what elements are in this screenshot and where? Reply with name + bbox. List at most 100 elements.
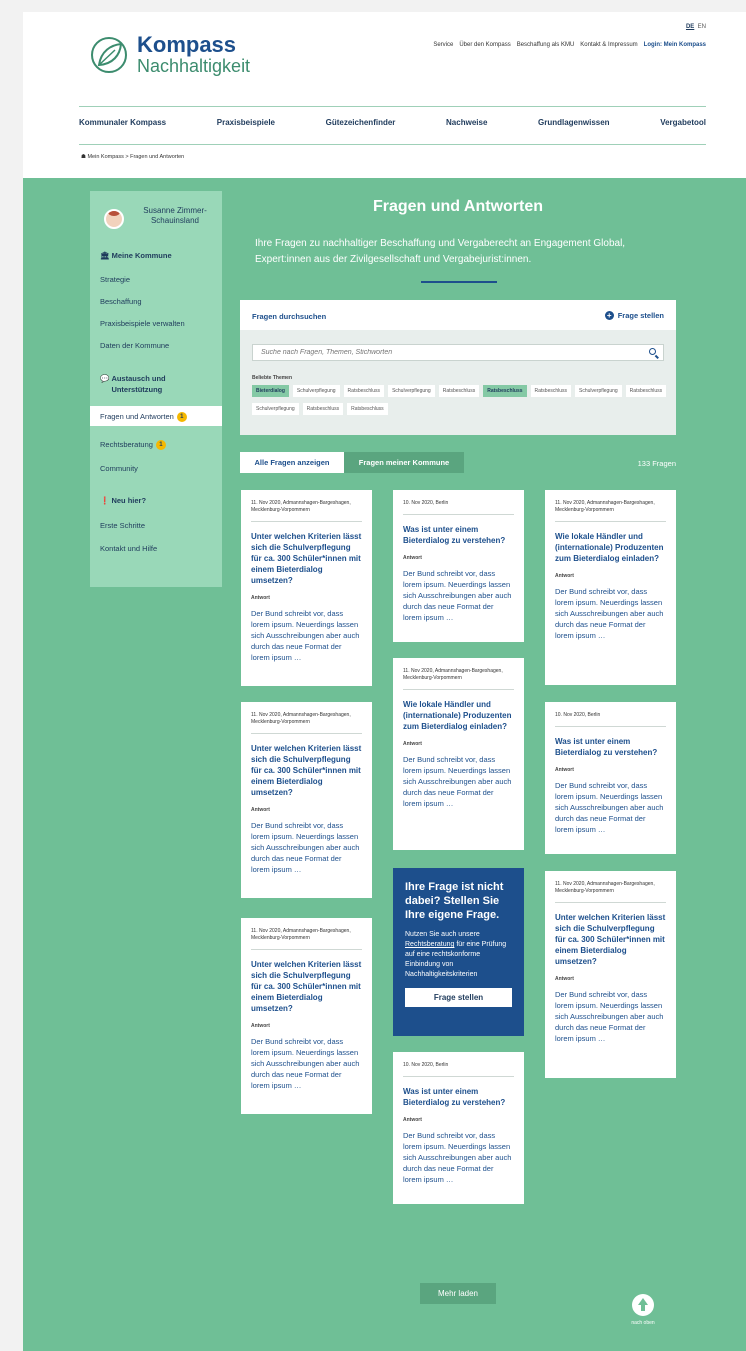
ask-question-label: Frage stellen (617, 311, 664, 320)
card-question[interactable]: Unter welchen Kriterien lässt sich die S… (251, 531, 362, 586)
tag[interactable]: Schulverpflegung (292, 385, 340, 397)
card-answer: Der Bund schreibt vor, dass lorem ipsum.… (251, 1037, 360, 1090)
section-meine-kommune: 🏛 Meine Kommune (100, 251, 172, 260)
cta-body: Nutzen Sie auch unsere Rechtsberatung fü… (405, 930, 512, 980)
question-card[interactable]: 10. Nov 2020, Berlin Was ist unter einem… (393, 1052, 524, 1204)
sidebar-item-daten[interactable]: Daten der Kommune (100, 341, 169, 350)
section-label: Meine Kommune (111, 251, 172, 260)
nav-vergabetool[interactable]: Vergabetool (660, 118, 706, 127)
card-meta: 10. Nov 2020, Berlin (403, 1062, 514, 1077)
back-to-top-button[interactable]: nach oben (629, 1294, 657, 1326)
user-name[interactable]: Susanne Zimmer-Schauinsland (133, 206, 217, 226)
tag[interactable]: Schulverpflegung (575, 385, 622, 397)
section-neu-hier: ❗ Neu hier? (100, 496, 146, 505)
card-answer: Der Bund schreibt vor, dass lorem ipsum.… (403, 755, 512, 808)
contact-link[interactable]: Kontakt & Impressum (580, 42, 637, 48)
back-to-top-label: nach oben (631, 1320, 655, 1326)
info-icon: ❗ (100, 496, 110, 505)
ask-question-link[interactable]: + Frage stellen (604, 311, 664, 320)
sidebar-item-fragen[interactable]: Fragen und Antworten 1 (100, 412, 187, 423)
page-intro: Ihre Fragen zu nachhaltiger Beschaffung … (255, 238, 626, 265)
tab-my-municipality[interactable]: Fragen meiner Kommune (344, 452, 464, 473)
question-card[interactable]: 11. Nov 2020, Admannshagen-Bargeshagen, … (241, 490, 372, 686)
nav-grundlagenwissen[interactable]: Grundlagenwissen (538, 118, 610, 127)
sidebar-item-community[interactable]: Community (100, 464, 138, 473)
card-answer-label: Antwort (555, 573, 574, 579)
tag[interactable]: Ratsbeschluss (530, 385, 572, 397)
section-austausch: 💬 Austausch und Unterstützung (100, 373, 201, 395)
tag[interactable]: Bieterdialog (252, 385, 289, 397)
card-meta: 11. Nov 2020, Admannshagen-Bargeshagen, … (555, 500, 666, 522)
card-question[interactable]: Unter welchen Kriterien lässt sich die S… (251, 959, 362, 1014)
home-icon[interactable]: ☗ (81, 154, 86, 160)
question-count: 133 Fragen (637, 459, 676, 468)
question-card[interactable]: 11. Nov 2020, Admannshagen-Bargeshagen, … (545, 871, 676, 1078)
card-answer: Der Bund schreibt vor, dass lorem ipsum.… (251, 609, 360, 662)
sidebar-item-erste-schritte[interactable]: Erste Schritte (100, 521, 145, 530)
logo-title: Kompass (137, 32, 237, 57)
nav-kommunaler-kompass[interactable]: Kommunaler Kompass (79, 118, 166, 127)
sidebar-item-label: Fragen und Antworten (100, 412, 174, 421)
question-card[interactable]: 11. Nov 2020, Admannshagen-Bargeshagen, … (545, 490, 676, 685)
search-input[interactable] (252, 344, 664, 361)
tag[interactable]: Ratsbeschluss (302, 403, 344, 415)
lang-de[interactable]: DE (686, 24, 694, 30)
card-question[interactable]: Wie lokale Händler und (internationale) … (403, 699, 514, 732)
card-answer-label: Antwort (251, 1023, 270, 1029)
ask-question-button[interactable]: Frage stellen (405, 988, 512, 1007)
sidebar-item-kontakt[interactable]: Kontakt und Hilfe (100, 544, 157, 553)
card-question[interactable]: Was ist unter einem Bieterdialog zu vers… (403, 524, 514, 546)
card-meta: 11. Nov 2020, Admannshagen-Bargeshagen, … (251, 500, 362, 522)
arrow-up-icon (632, 1294, 654, 1316)
search-icon[interactable] (649, 348, 656, 355)
nav-nachweise[interactable]: Nachweise (446, 118, 487, 127)
question-card[interactable]: 11. Nov 2020, Admannshagen-Bargeshagen, … (393, 658, 524, 850)
section-label: Austausch und Unterstützung (111, 374, 166, 394)
sidebar-item-strategie[interactable]: Strategie (100, 275, 130, 284)
question-card[interactable]: 10. Nov 2020, Berlin Was ist unter einem… (545, 702, 676, 854)
tag[interactable]: Ratsbeschluss (347, 403, 388, 415)
page-title: Fragen und Antworten (372, 198, 544, 215)
card-meta: 11. Nov 2020, Admannshagen-Bargeshagen, … (555, 881, 666, 903)
nav-guetezeichenfinder[interactable]: Gütezeichenfinder (326, 118, 396, 127)
card-meta: 11. Nov 2020, Admannshagen-Bargeshagen, … (251, 928, 362, 950)
logo-subtitle: Nachhaltigkeit (137, 56, 251, 76)
about-link[interactable]: Über den Kompass (459, 42, 510, 48)
card-question[interactable]: Unter welchen Kriterien lässt sich die S… (251, 743, 362, 798)
avatar[interactable] (104, 209, 124, 229)
card-answer-label: Antwort (251, 807, 270, 813)
leaf-logo-icon (91, 37, 127, 73)
tag[interactable]: Schulverpflegung (388, 385, 435, 397)
tag[interactable]: Ratsbeschluss (483, 385, 527, 397)
cta-heading: Ihre Frage ist nicht dabei? Stellen Sie … (405, 881, 504, 921)
tag[interactable]: Ratsbeschluss (343, 385, 385, 397)
login-link[interactable]: Login: Mein Kompass (644, 42, 706, 48)
service-link[interactable]: Service (433, 42, 453, 48)
card-question[interactable]: Wie lokale Händler und (internationale) … (555, 531, 666, 564)
kmu-link[interactable]: Beschaffung als KMU (517, 42, 575, 48)
card-meta: 11. Nov 2020, Admannshagen-Bargeshagen, … (251, 712, 362, 734)
nav-praxisbeispiele[interactable]: Praxisbeispiele (217, 118, 275, 127)
tag[interactable]: Ratsbeschluss (438, 385, 480, 397)
question-card[interactable]: 11. Nov 2020, Admannshagen-Bargeshagen, … (241, 702, 372, 898)
tag[interactable]: Schulverpflegung (252, 403, 299, 415)
card-question[interactable]: Was ist unter einem Bieterdialog zu vers… (555, 736, 666, 758)
building-icon: 🏛 (100, 251, 110, 260)
card-question[interactable]: Was ist unter einem Bieterdialog zu vers… (403, 1086, 514, 1108)
sidebar-item-rechtsberatung[interactable]: Rechtsberatung 1 (100, 440, 166, 451)
lang-en[interactable]: EN (698, 24, 706, 30)
card-answer: Der Bund schreibt vor, dass lorem ipsum.… (555, 587, 664, 640)
sidebar-item-beschaffung[interactable]: Beschaffung (100, 297, 142, 306)
sidebar-item-praxisbeispiele[interactable]: Praxisbeispiele verwalten (100, 319, 185, 328)
card-question[interactable]: Unter welchen Kriterien lässt sich die S… (555, 912, 666, 967)
tag[interactable]: Ratsbeschluss (625, 385, 667, 397)
rechtsberatung-link[interactable]: Rechtsberatung (405, 941, 454, 948)
tab-all-questions[interactable]: Alle Fragen anzeigen (240, 452, 344, 473)
breadcrumb-text[interactable]: Mein Kompass > Fragen und Antworten (87, 154, 184, 160)
question-card[interactable]: 11. Nov 2020, Admannshagen-Bargeshagen, … (241, 918, 372, 1114)
logo[interactable]: Kompass Nachhaltigkeit (89, 34, 250, 76)
main-nav: Kommunaler Kompass Praxisbeispiele Gütez… (79, 118, 706, 127)
card-answer: Der Bund schreibt vor, dass lorem ipsum.… (251, 821, 360, 874)
load-more-button[interactable]: Mehr laden (420, 1283, 496, 1304)
question-card[interactable]: 10. Nov 2020, Berlin Was ist unter einem… (393, 490, 524, 642)
